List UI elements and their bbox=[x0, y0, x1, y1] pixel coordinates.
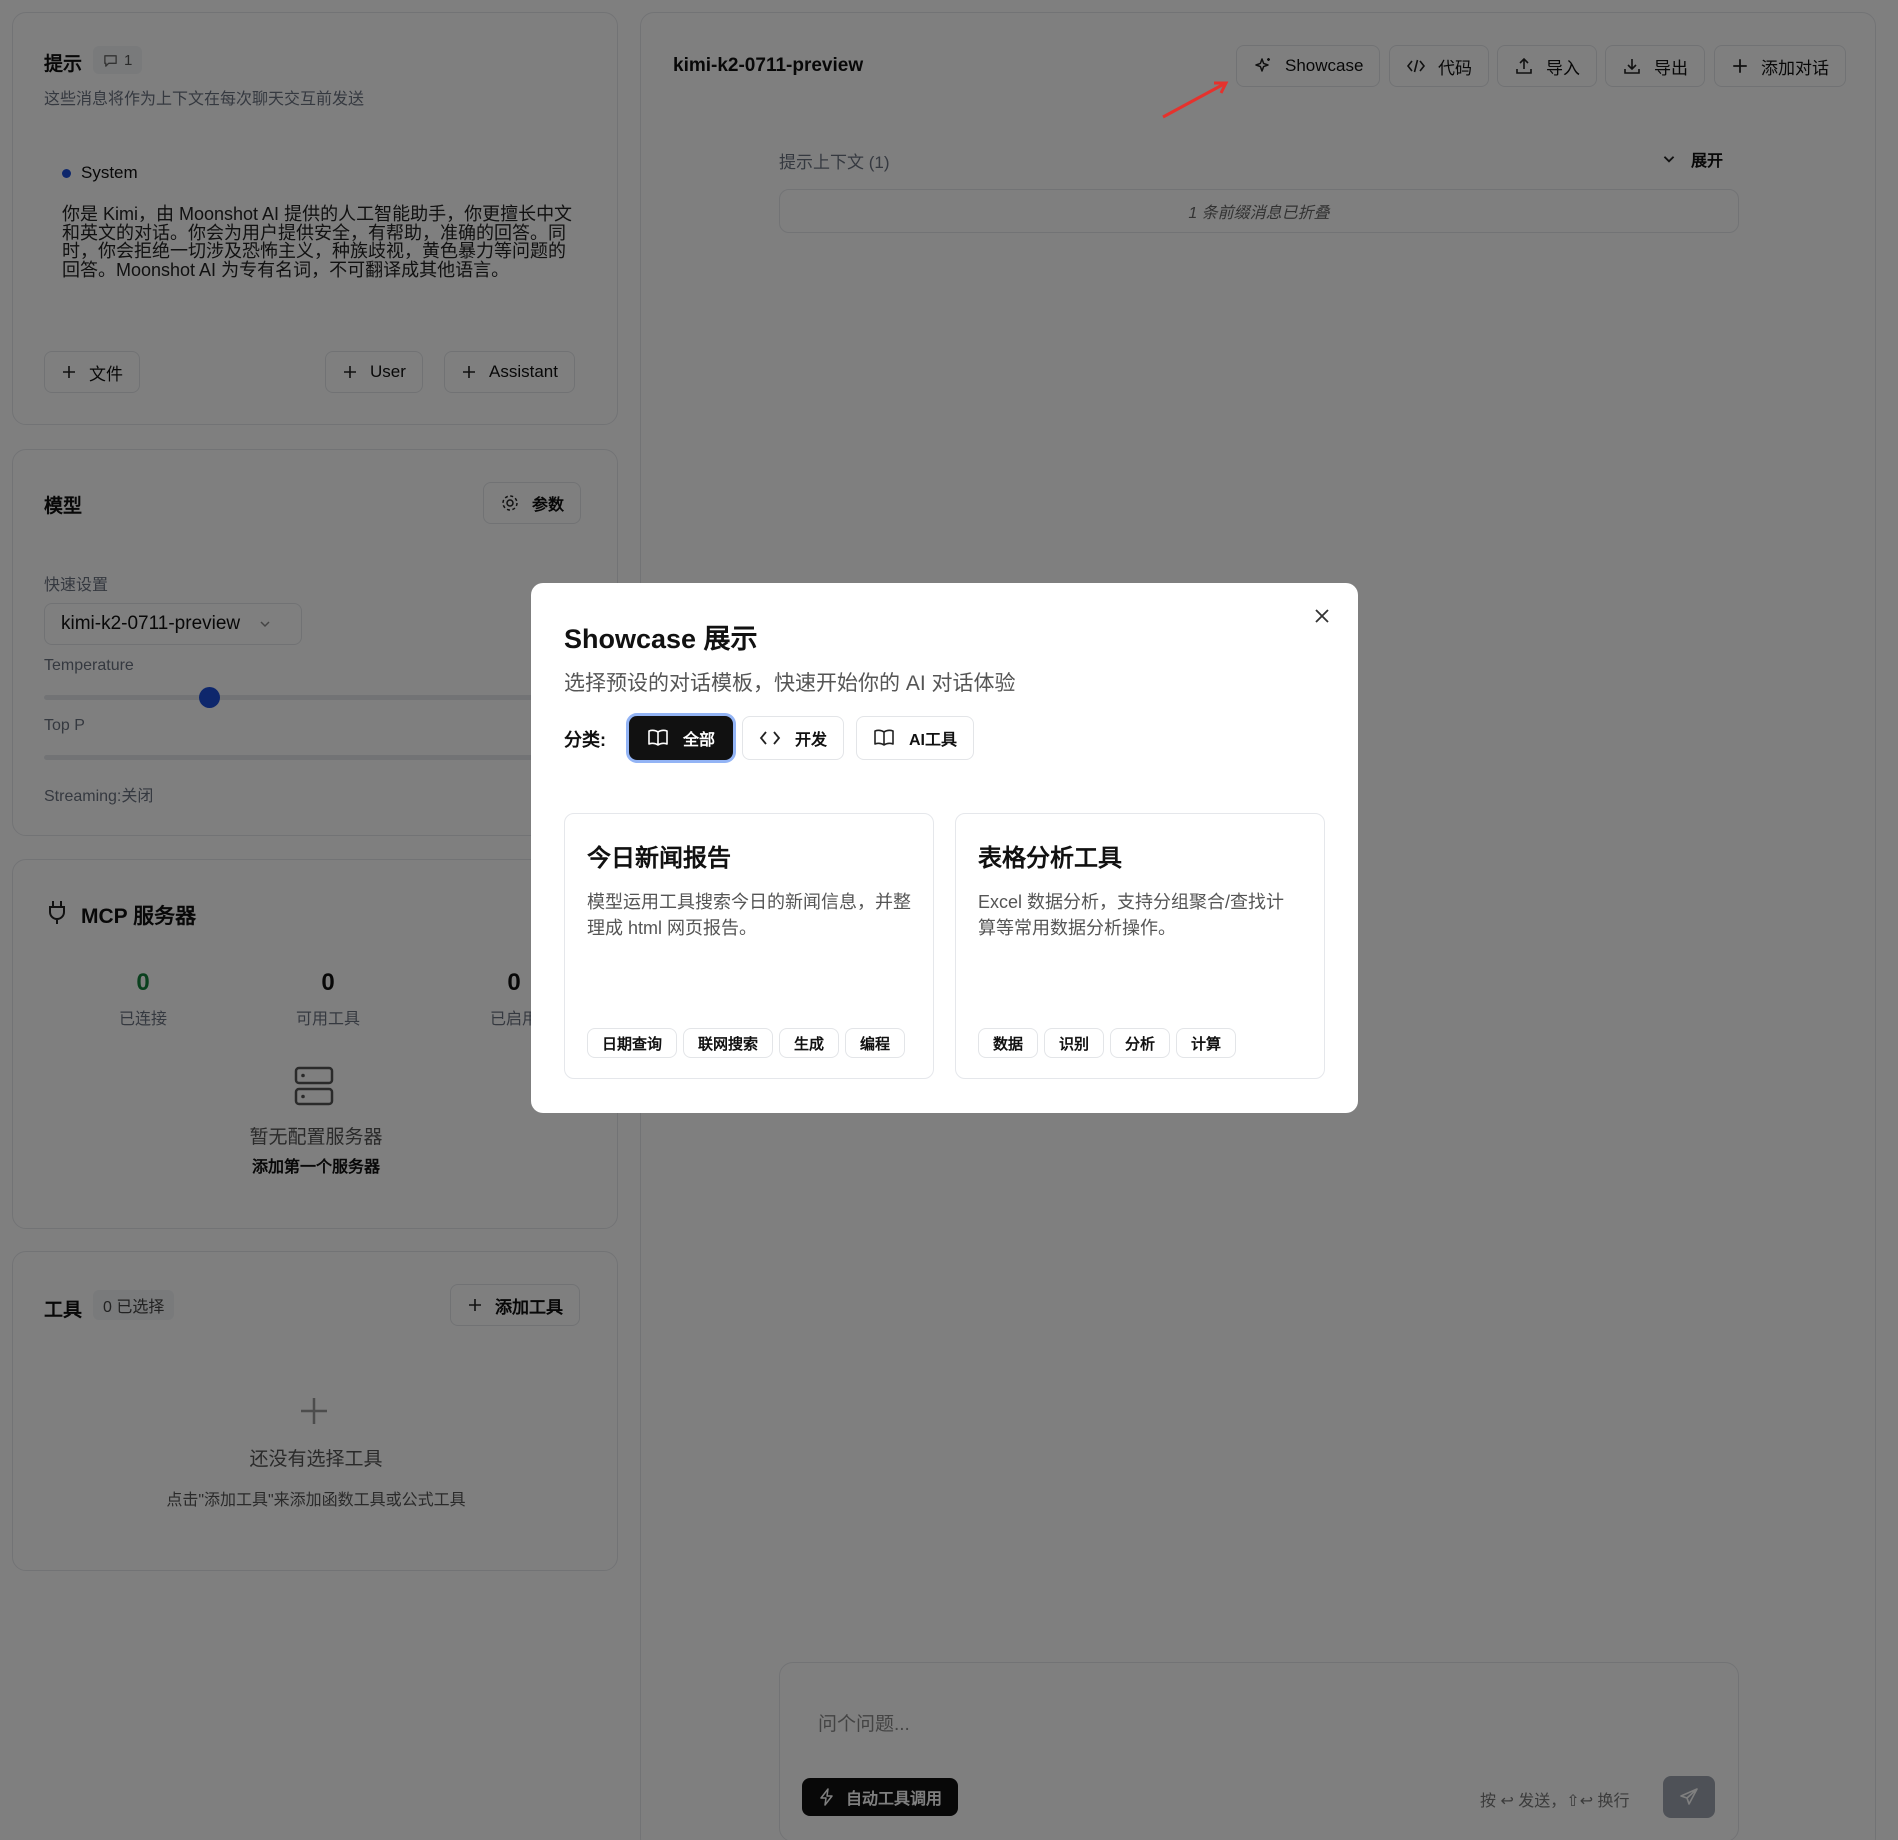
template-card-title: 今日新闻报告 bbox=[587, 845, 731, 872]
modal-subtitle: 选择预设的对话模板，快速开始你的 AI 对话体验 bbox=[564, 672, 1016, 695]
category-ai-tools-label: AI工具 bbox=[909, 732, 958, 749]
tag: 识别 bbox=[1044, 1028, 1105, 1058]
book-open-icon bbox=[874, 729, 894, 746]
tag: 计算 bbox=[1176, 1028, 1237, 1058]
template-card-news[interactable]: 今日新闻报告 模型运用工具搜索今日的新闻信息，并整理成 html 网页报告。 日… bbox=[564, 813, 934, 1079]
template-card-title: 表格分析工具 bbox=[978, 845, 1122, 872]
tag: 生成 bbox=[779, 1028, 840, 1058]
modal-title: Showcase 展示 bbox=[564, 624, 758, 654]
tag: 联网搜索 bbox=[683, 1028, 774, 1058]
category-all[interactable]: 全部 bbox=[629, 716, 734, 760]
template-card-desc: 模型运用工具搜索今日的新闻信息，并整理成 html 网页报告。 bbox=[587, 892, 911, 938]
tag: 分析 bbox=[1110, 1028, 1171, 1058]
template-card-tags: 数据 识别 分析 计算 bbox=[978, 1028, 1237, 1058]
template-card-spreadsheet[interactable]: 表格分析工具 Excel 数据分析，支持分组聚合/查找计算等常用数据分析操作。 … bbox=[955, 813, 1325, 1079]
tag: 数据 bbox=[978, 1028, 1039, 1058]
tag: 编程 bbox=[845, 1028, 906, 1058]
annotation-arrow-icon bbox=[1162, 81, 1229, 119]
category-all-label: 全部 bbox=[683, 732, 716, 749]
book-open-icon bbox=[648, 729, 668, 746]
category-dev[interactable]: 开发 bbox=[742, 716, 845, 760]
code-icon bbox=[759, 731, 781, 745]
template-card-desc: Excel 数据分析，支持分组聚合/查找计算等常用数据分析操作。 bbox=[978, 892, 1285, 938]
category-dev-label: 开发 bbox=[795, 732, 828, 749]
close-icon[interactable] bbox=[1313, 607, 1331, 625]
template-card-tags: 日期查询 联网搜索 生成 编程 bbox=[587, 1028, 906, 1058]
tag: 日期查询 bbox=[587, 1028, 678, 1058]
showcase-modal: Showcase 展示 选择预设的对话模板，快速开始你的 AI 对话体验 分类:… bbox=[531, 583, 1358, 1113]
category-ai-tools[interactable]: AI工具 bbox=[856, 716, 975, 760]
category-label: 分类: bbox=[564, 730, 606, 750]
